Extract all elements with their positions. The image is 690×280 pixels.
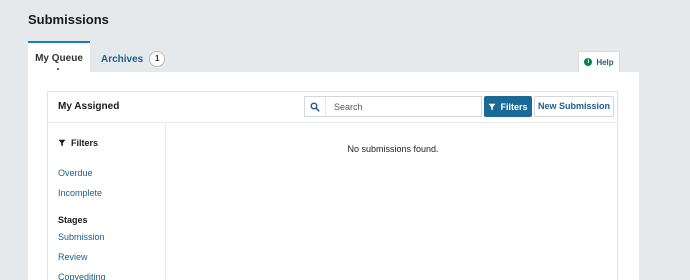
help-icon: i xyxy=(584,58,593,66)
page-title: Submissions xyxy=(28,12,109,27)
search-icon[interactable] xyxy=(305,97,326,116)
tab-archives[interactable]: Archives 1 xyxy=(101,51,166,67)
main-panel: My Assigned Filters xyxy=(28,72,639,280)
empty-state-message: No submissions found. xyxy=(347,144,439,154)
submissions-page: Submissions My Queue Archives 1 i Help M… xyxy=(0,0,690,280)
archives-count-badge: 1 xyxy=(149,51,166,67)
sidebar-filters-heading-label: Filters xyxy=(71,138,99,148)
filters-button[interactable]: Filters xyxy=(484,96,532,117)
stage-submission-link[interactable]: Submission xyxy=(58,232,105,242)
filter-icon xyxy=(58,139,66,147)
filter-overdue-link[interactable]: Overdue xyxy=(58,168,93,178)
filter-icon xyxy=(488,103,496,110)
search-input[interactable] xyxy=(326,97,476,116)
active-tab-indicator xyxy=(57,68,59,70)
sidebar-filters-heading: Filters xyxy=(58,138,98,148)
help-button[interactable]: i Help xyxy=(578,51,620,72)
search-box xyxy=(304,96,482,117)
submissions-list-panel: My Assigned Filters xyxy=(47,91,618,280)
stages-heading: Stages xyxy=(58,215,88,225)
filters-button-label: Filters xyxy=(500,101,528,112)
list-header: My Assigned Filters xyxy=(48,92,617,123)
filter-incomplete-link[interactable]: Incomplete xyxy=(58,188,102,198)
list-title: My Assigned xyxy=(58,101,120,112)
help-label: Help xyxy=(596,57,614,67)
stage-copyediting-link[interactable]: Copyediting xyxy=(58,272,106,280)
new-submission-button[interactable]: New Submission xyxy=(534,96,614,117)
tab-my-queue[interactable]: My Queue xyxy=(28,41,90,72)
tab-my-queue-label: My Queue xyxy=(35,53,83,64)
filters-sidebar: Filters Overdue Incomplete Stages Submis… xyxy=(48,124,166,280)
tab-archives-label: Archives xyxy=(101,53,144,65)
stage-review-link[interactable]: Review xyxy=(58,252,88,262)
